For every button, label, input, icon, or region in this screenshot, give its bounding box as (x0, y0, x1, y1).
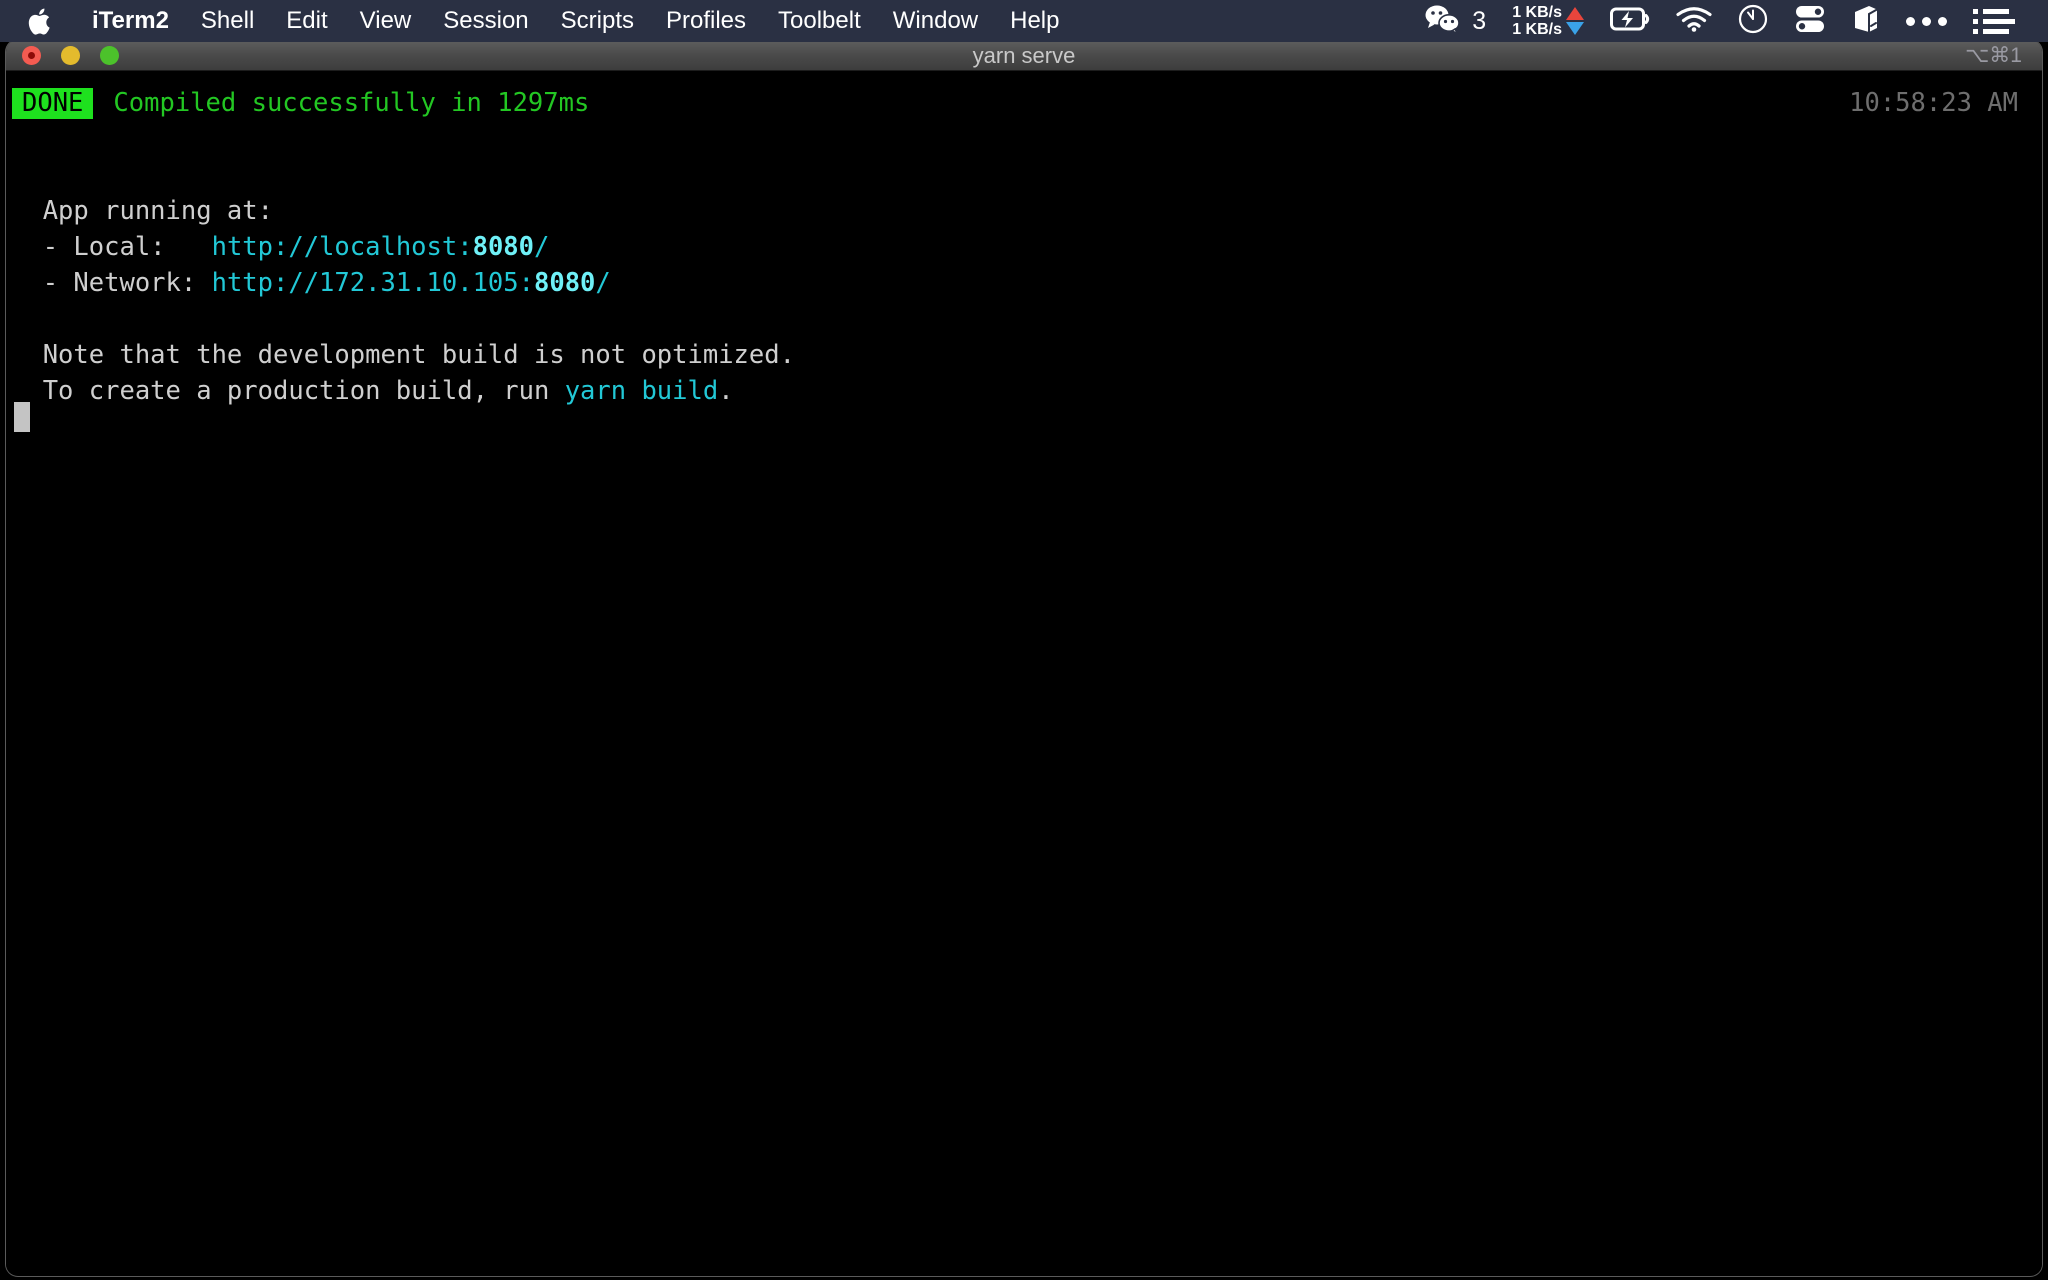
package-icon (1852, 4, 1880, 39)
network-upload-speed: 1 KB/s (1512, 4, 1562, 21)
notification-center-icon (1973, 8, 2015, 34)
minimize-button[interactable] (61, 46, 80, 65)
compile-status-line: DONE Compiled successfully in 1297ms 10:… (6, 85, 2042, 121)
terminal-line: - Local: http://localhost:8080/ (6, 229, 2042, 265)
upload-arrow-icon (1566, 7, 1584, 20)
menu-item-scripts[interactable]: Scripts (545, 0, 650, 42)
block-cursor (14, 402, 30, 432)
terminal-line: - Network: http://172.31.10.105:8080/ (6, 265, 2042, 301)
clock-status-item[interactable] (1725, 0, 1781, 42)
terminal-line: Note that the development build is not o… (6, 337, 2042, 373)
ellipsis-icon (1906, 16, 1947, 26)
iterm2-window: yarn serve ⌥⌘1 DONE Compiled successfull… (6, 40, 2042, 1276)
menu-bar-status-items: 3 1 KB/s 1 KB/s (1411, 0, 2048, 42)
window-title: yarn serve (972, 42, 1076, 68)
maximize-button[interactable] (100, 46, 119, 65)
wifi-icon (1676, 6, 1712, 37)
menu-item-window[interactable]: Window (877, 0, 994, 42)
terminal-text-segment: / (534, 232, 550, 262)
menu-item-shell[interactable]: Shell (185, 0, 270, 42)
terminal-text-segment: http://localhost: (211, 232, 473, 262)
terminal-text-segment: 8080 (472, 232, 535, 262)
wifi-status-item[interactable] (1663, 0, 1725, 42)
terminal-text-segment: http://172.31.10.105: (211, 268, 534, 298)
terminal-text-segment: / (595, 268, 611, 298)
window-shortcut-hint: ⌥⌘1 (1965, 44, 2022, 67)
package-status-item[interactable] (1839, 0, 1893, 42)
battery-charging-icon (1610, 6, 1650, 37)
terminal-text-segment: Note that the development build is not o… (12, 340, 795, 370)
control-center-status-item[interactable] (1781, 0, 1839, 42)
status-timestamp: 10:58:23 AM (1849, 88, 2018, 118)
menu-bar-app-menus: iTerm2 Shell Edit View Session Scripts P… (0, 0, 1075, 42)
menu-item-help[interactable]: Help (994, 0, 1075, 42)
status-badge: DONE (12, 87, 94, 119)
menu-item-session[interactable]: Session (427, 0, 544, 42)
menu-item-toolbelt[interactable]: Toolbelt (762, 0, 877, 42)
terminal-text-segment: To create a production build, run (12, 376, 565, 406)
terminal-line: To create a production build, run yarn b… (6, 373, 2042, 409)
battery-status-item[interactable] (1597, 0, 1663, 42)
terminal-text-segment: 8080 (534, 268, 596, 298)
wechat-status-item[interactable]: 3 (1411, 0, 1499, 42)
macos-menu-bar: iTerm2 Shell Edit View Session Scripts P… (0, 0, 2048, 42)
terminal-text-segment: yarn build (564, 376, 719, 406)
terminal-content[interactable]: DONE Compiled successfully in 1297ms 10:… (6, 71, 2042, 1274)
wechat-icon (1424, 4, 1462, 39)
terminal-text-segment: . (718, 376, 734, 406)
status-message: Compiled successfully in 1297ms (113, 88, 590, 118)
menu-item-profiles[interactable]: Profiles (650, 0, 762, 42)
terminal-text-segment: App running at: (12, 196, 273, 226)
terminal-line: App running at: (6, 193, 2042, 229)
download-arrow-icon (1566, 22, 1584, 35)
network-download-speed: 1 KB/s (1512, 21, 1562, 38)
terminal-text-segment: - Network: (12, 268, 212, 298)
window-traffic-lights (6, 46, 119, 65)
terminal-text-segment: - Local: (12, 232, 212, 262)
close-button[interactable] (22, 46, 41, 65)
network-speed-status-item[interactable]: 1 KB/s 1 KB/s (1499, 0, 1597, 42)
menu-item-view[interactable]: View (344, 0, 428, 42)
window-title-bar[interactable]: yarn serve ⌥⌘1 (6, 40, 2042, 71)
clock-icon (1738, 4, 1768, 39)
terminal-output-lines: App running at: - Local: http://localhos… (6, 121, 2042, 409)
notification-center-status-item[interactable] (1960, 0, 2028, 42)
menu-item-iterm2[interactable]: iTerm2 (76, 0, 185, 42)
apple-logo-icon[interactable] (26, 6, 52, 36)
menu-item-edit[interactable]: Edit (270, 0, 343, 42)
ellipsis-status-item[interactable] (1893, 0, 1960, 42)
control-center-icon (1794, 4, 1826, 39)
wechat-badge-count: 3 (1472, 6, 1487, 35)
